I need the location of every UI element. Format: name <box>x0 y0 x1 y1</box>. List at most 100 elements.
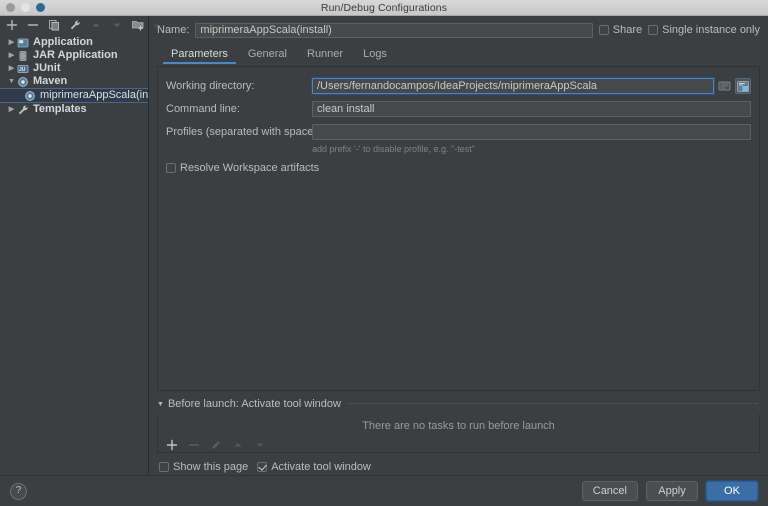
working-directory-control <box>312 78 759 94</box>
tab-general[interactable]: General <box>238 48 297 64</box>
configuration-tabs[interactable]: Parameters General Runner Logs <box>149 44 768 64</box>
working-directory-label: Working directory: <box>166 80 255 92</box>
tree-item-label: Application <box>33 36 93 48</box>
tree-item-miprimeraappscala-install[interactable]: miprimeraAppScala(install) <box>0 88 148 103</box>
tree-item-templates[interactable]: ▶ Templates <box>0 103 148 116</box>
tree-item-label: miprimeraAppScala(install) <box>40 89 148 101</box>
before-launch-title: Before launch: Activate tool window <box>167 398 341 410</box>
activate-tool-window-checkbox[interactable]: Activate tool window <box>257 461 371 473</box>
browse-folder-icon[interactable] <box>718 80 731 92</box>
tree-item-label: Templates <box>33 103 87 115</box>
before-launch-options: Show this page Activate tool window <box>149 453 768 475</box>
before-launch-toolbar <box>158 437 759 452</box>
profiles-input[interactable] <box>312 124 751 140</box>
before-launch-header[interactable]: ▼ Before launch: Activate tool window <box>149 397 768 411</box>
show-this-page-label: Show this page <box>173 461 249 473</box>
application-icon <box>17 37 29 49</box>
dialog-body: » ▶ Application ▶ JAR Application ▶ JU J… <box>0 16 768 475</box>
tree-item-junit[interactable]: ▶ JU JUnit <box>0 62 148 75</box>
add-folder-icon[interactable] <box>132 19 144 31</box>
command-line-input[interactable] <box>312 101 751 117</box>
move-task-down-icon[interactable] <box>254 439 266 451</box>
before-launch-divider <box>348 403 758 405</box>
zoom-window-button[interactable] <box>36 3 45 12</box>
resolve-workspace-artifacts-row: Resolve Workspace artifacts <box>158 162 759 176</box>
profiles-hint: add prefix '-' to disable profile, e.g. … <box>312 144 475 154</box>
remove-task-icon[interactable] <box>188 439 200 451</box>
edit-task-pencil-icon[interactable] <box>210 439 222 451</box>
share-checkbox[interactable]: Share <box>598 24 642 36</box>
show-this-page-checkbox[interactable]: Show this page <box>159 461 248 473</box>
parameters-tab-panel: Working directory: /Users/fernandocampos… <box>157 66 760 391</box>
window-title-bar: Run/Debug Configurations <box>0 0 768 16</box>
apply-button[interactable]: Apply <box>646 481 698 501</box>
remove-icon[interactable] <box>27 19 39 31</box>
working-directory-row: Working directory: <box>158 77 759 95</box>
before-launch-tasks-panel: There are no tasks to run before launch <box>157 414 760 453</box>
resolve-workspace-artifacts-checkbox-box[interactable] <box>166 163 176 173</box>
working-directory-input[interactable] <box>312 78 714 94</box>
expand-arrow-icon[interactable]: ▶ <box>6 52 17 59</box>
tree-item-label: JAR Application <box>33 49 118 61</box>
expand-arrow-icon[interactable]: ▶ <box>6 106 17 113</box>
minimize-window-button[interactable] <box>21 3 30 12</box>
tab-runner[interactable]: Runner <box>297 48 353 64</box>
expand-arrow-icon[interactable]: ▶ <box>6 39 17 46</box>
insert-macro-icon[interactable] <box>735 78 751 94</box>
profiles-row: Profiles (separated with space): <box>158 123 759 141</box>
cancel-button[interactable]: Cancel <box>581 481 638 501</box>
configurations-tree[interactable]: ▶ Application ▶ JAR Application ▶ JU JUn… <box>0 34 148 475</box>
command-line-control <box>312 101 759 117</box>
share-checkbox-box[interactable] <box>598 25 609 35</box>
templates-icon <box>17 104 29 116</box>
move-down-icon[interactable] <box>111 19 123 31</box>
activate-tool-window-checkbox-box[interactable] <box>257 462 268 472</box>
add-icon[interactable] <box>6 19 18 31</box>
resolve-workspace-artifacts-checkbox[interactable]: Resolve Workspace artifacts <box>166 162 319 174</box>
before-launch-empty-text: There are no tasks to run before launch <box>362 419 555 432</box>
show-this-page-checkbox-box[interactable] <box>159 462 169 472</box>
move-up-icon[interactable] <box>90 19 102 31</box>
dialog-footer: ? Cancel Apply OK <box>0 475 768 506</box>
command-line-label: Command line: <box>166 103 240 115</box>
tree-item-label: JUnit <box>33 62 61 74</box>
run-debug-configurations-dialog: » ▶ Application ▶ JAR Application ▶ JU J… <box>0 16 768 506</box>
configurations-panel: » ▶ Application ▶ JAR Application ▶ JU J… <box>0 16 159 475</box>
wrench-icon[interactable] <box>69 19 81 31</box>
maven-icon <box>17 76 29 88</box>
tab-logs[interactable]: Logs <box>353 48 397 64</box>
name-row: Name: Share Single instance only <box>149 16 768 44</box>
single-instance-checkbox-box[interactable] <box>648 25 659 35</box>
add-task-icon[interactable] <box>166 439 178 451</box>
close-window-button[interactable] <box>6 3 15 12</box>
name-input[interactable] <box>195 22 593 38</box>
help-icon[interactable]: ? <box>10 482 27 500</box>
tree-item-application[interactable]: ▶ Application <box>0 36 148 49</box>
single-instance-checkbox[interactable]: Single instance only <box>648 24 760 36</box>
tree-item-label: Maven <box>33 75 68 87</box>
expand-arrow-icon[interactable]: ▶ <box>6 65 17 72</box>
resolve-workspace-artifacts-label: Resolve Workspace artifacts <box>180 162 320 174</box>
tab-label: General <box>247 48 287 60</box>
tab-label: Logs <box>363 48 387 60</box>
tree-item-jar-application[interactable]: ▶ JAR Application <box>0 49 148 62</box>
tab-label: Parameters <box>171 48 228 60</box>
move-task-up-icon[interactable] <box>232 439 244 451</box>
single-instance-label: Single instance only <box>662 24 760 36</box>
copy-icon[interactable] <box>48 19 60 31</box>
svg-text:JU: JU <box>19 67 26 73</box>
configuration-editor-panel: Name: Share Single instance only Paramet… <box>149 16 768 475</box>
jar-icon <box>17 50 29 62</box>
command-line-row: Command line: <box>158 100 759 118</box>
expand-more-icon[interactable]: » <box>153 19 165 31</box>
tree-item-maven[interactable]: ▼ Maven <box>0 75 148 88</box>
profiles-control <box>312 124 759 140</box>
configurations-toolbar: » <box>0 16 159 34</box>
ok-button[interactable]: OK <box>706 481 758 501</box>
collapse-arrow-icon[interactable]: ▼ <box>6 78 17 85</box>
window-controls[interactable] <box>6 3 45 12</box>
tab-parameters[interactable]: Parameters <box>161 48 238 64</box>
window-title: Run/Debug Configurations <box>320 1 448 14</box>
svg-text:»: » <box>154 21 159 30</box>
chevron-down-icon[interactable]: ▼ <box>157 401 164 408</box>
